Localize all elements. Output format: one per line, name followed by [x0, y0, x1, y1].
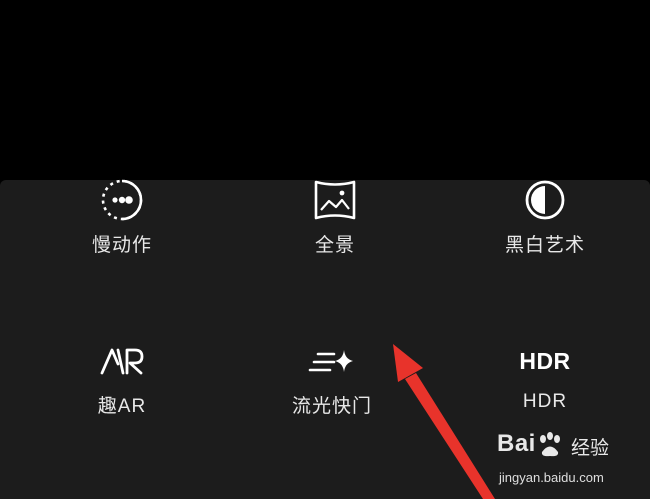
mode-black-white[interactable]: 黑白艺术 [465, 176, 625, 296]
mode-slow-motion-label: 慢动作 [91, 234, 152, 256]
hdr-icon: HDR [519, 348, 571, 374]
ar-icon [100, 348, 144, 375]
light-painting-icon [308, 350, 353, 372]
black-white-icon [525, 180, 565, 220]
panorama-icon [314, 180, 356, 220]
watermark-logo: Bai [497, 430, 536, 457]
watermark-url: jingyan.baidu.com [499, 470, 604, 485]
camera-screen: 慢动作 全景 黑白艺术 趣AR 流光快门 HDR HDR Bai 经验 jing… [0, 0, 650, 499]
mode-light-painting-label: 流光快门 [291, 395, 372, 417]
mode-slow-motion[interactable]: 慢动作 [42, 176, 202, 296]
baidu-jingyan-watermark: Bai 经验 jingyan.baidu.com [497, 430, 647, 496]
mode-panorama-label: 全景 [314, 234, 355, 256]
mode-fun-ar[interactable]: 趣AR [42, 337, 202, 457]
mode-fun-ar-label: 趣AR [97, 396, 147, 417]
paw-icon [540, 432, 560, 457]
mode-light-painting[interactable]: 流光快门 [252, 337, 412, 457]
watermark-brand: 经验 [571, 437, 610, 459]
mode-black-white-label: 黑白艺术 [504, 234, 585, 256]
slow-motion-icon [101, 179, 143, 221]
mode-hdr-label: HDR [522, 391, 568, 412]
mode-panorama[interactable]: 全景 [255, 176, 415, 296]
camera-viewfinder [0, 0, 650, 180]
